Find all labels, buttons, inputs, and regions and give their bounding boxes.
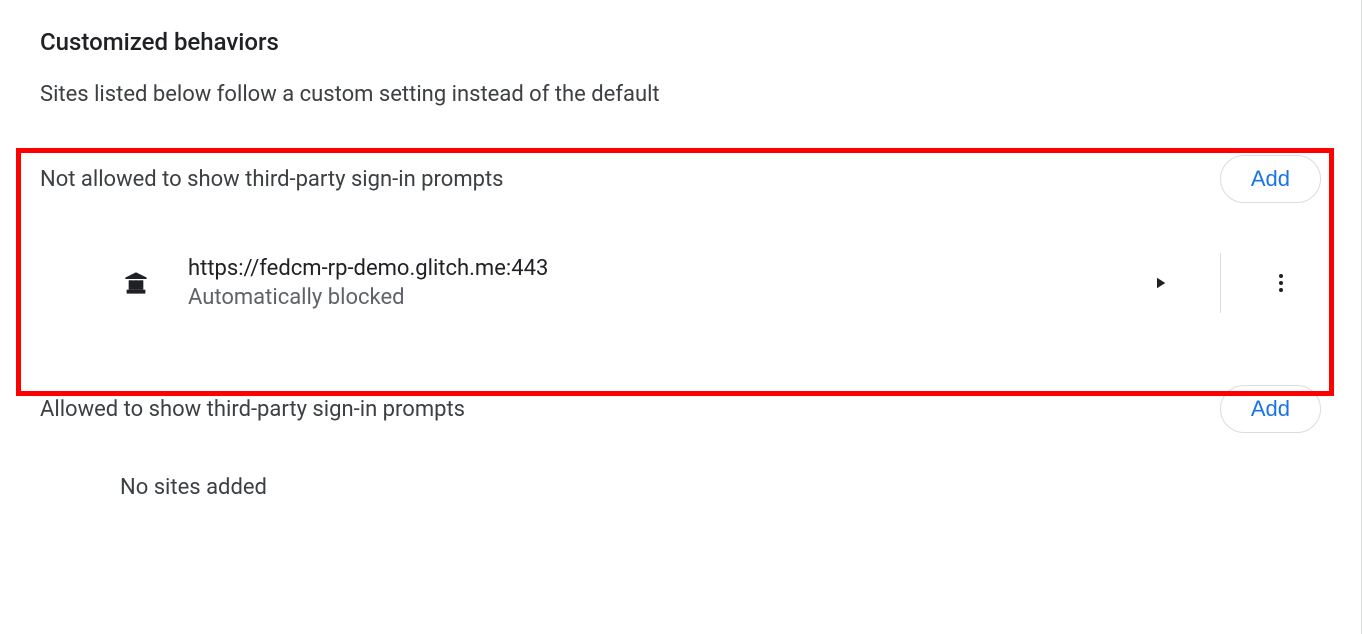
section-description: Sites listed below follow a custom setti… [40, 82, 1321, 107]
divider [1220, 253, 1221, 313]
site-status: Automatically blocked [188, 285, 1140, 310]
site-info: https://fedcm-rp-demo.glitch.me:443 Auto… [188, 256, 1140, 310]
expand-arrow-icon[interactable] [1140, 263, 1180, 303]
site-url: https://fedcm-rp-demo.glitch.me:443 [188, 256, 1140, 281]
site-row[interactable]: https://fedcm-rp-demo.glitch.me:443 Auto… [40, 235, 1321, 331]
empty-state: No sites added [40, 445, 1321, 500]
not-allowed-group: Not allowed to show third-party sign-in … [40, 143, 1321, 331]
not-allowed-label: Not allowed to show third-party sign-in … [40, 167, 504, 192]
allowed-group: Allowed to show third-party sign-in prom… [40, 373, 1321, 500]
more-actions-button[interactable] [1261, 263, 1301, 303]
add-allowed-button[interactable]: Add [1220, 385, 1321, 433]
add-not-allowed-button[interactable]: Add [1220, 155, 1321, 203]
site-icon [120, 267, 152, 299]
allowed-label: Allowed to show third-party sign-in prom… [40, 397, 465, 422]
section-title: Customized behaviors [40, 28, 1321, 56]
